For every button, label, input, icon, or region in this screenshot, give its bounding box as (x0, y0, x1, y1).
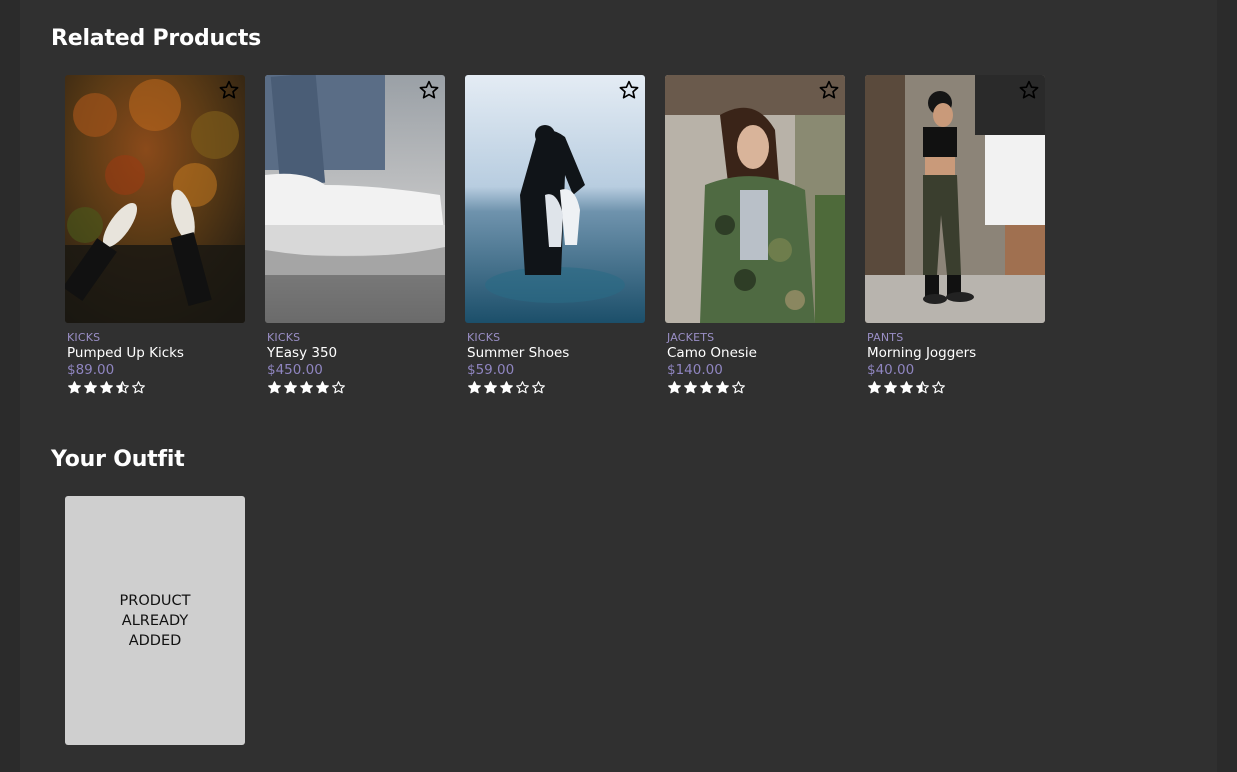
your-outfit-title: Your Outfit (51, 447, 185, 472)
star-filled-icon (868, 381, 881, 394)
star-empty-icon (932, 381, 945, 394)
product-name[interactable]: Pumped Up Kicks (65, 345, 245, 361)
product-price: $40.00 (867, 362, 915, 378)
product-category: KICKS (267, 331, 301, 344)
product-category: PANTS (867, 331, 904, 344)
star-empty-icon (132, 381, 145, 394)
star-half-icon (916, 381, 929, 394)
star-filled-icon (468, 381, 481, 394)
product-price: $59.00 (467, 362, 515, 378)
product-card[interactable]: KICKS Pumped Up Kicks $89.00 (65, 75, 245, 396)
star-filled-icon (668, 381, 681, 394)
product-card[interactable]: KICKS YEasy 350 $450.00 (265, 75, 445, 396)
product-price: $140.00 (667, 362, 723, 378)
product-category: JACKETS (667, 331, 715, 344)
star-filled-icon (500, 381, 513, 394)
star-filled-icon (268, 381, 281, 394)
star-filled-icon (300, 381, 313, 394)
star-rating (665, 380, 845, 396)
product-image[interactable] (865, 75, 1045, 323)
outfit-message: PRODUCT ALREADY ADDED (119, 592, 191, 649)
product-name[interactable]: Summer Shoes (465, 345, 645, 361)
favorite-star-icon[interactable] (418, 79, 440, 101)
product-image[interactable] (265, 75, 445, 323)
star-empty-icon (732, 381, 745, 394)
product-name[interactable]: Morning Joggers (865, 345, 1045, 361)
star-empty-icon (332, 381, 345, 394)
outfit-placeholder-card[interactable]: PRODUCT ALREADY ADDED (65, 496, 245, 745)
favorite-star-icon[interactable] (818, 79, 840, 101)
product-card[interactable]: JACKETS Camo Onesie $140.00 (665, 75, 845, 396)
product-name[interactable]: Camo Onesie (665, 345, 845, 361)
product-category: KICKS (67, 331, 101, 344)
favorite-star-icon[interactable] (618, 79, 640, 101)
star-filled-icon (100, 381, 113, 394)
star-filled-icon (84, 381, 97, 394)
star-half-icon (116, 381, 129, 394)
star-filled-icon (484, 381, 497, 394)
product-card[interactable]: KICKS Summer Shoes $59.00 (465, 75, 645, 396)
star-rating (265, 380, 445, 396)
star-filled-icon (700, 381, 713, 394)
star-empty-icon (516, 381, 529, 394)
star-rating (465, 380, 645, 396)
product-category: KICKS (467, 331, 501, 344)
favorite-star-icon[interactable] (1018, 79, 1040, 101)
star-filled-icon (684, 381, 697, 394)
product-price: $89.00 (67, 362, 115, 378)
product-image[interactable] (665, 75, 845, 323)
star-filled-icon (284, 381, 297, 394)
star-filled-icon (716, 381, 729, 394)
product-price: $450.00 (267, 362, 323, 378)
related-products-title: Related Products (51, 26, 262, 51)
star-empty-icon (532, 381, 545, 394)
star-filled-icon (900, 381, 913, 394)
product-image[interactable] (465, 75, 645, 323)
star-filled-icon (316, 381, 329, 394)
favorite-star-icon[interactable] (218, 79, 240, 101)
product-card[interactable]: PANTS Morning Joggers $40.00 (865, 75, 1045, 396)
product-image[interactable] (65, 75, 245, 323)
star-rating (865, 380, 1045, 396)
product-name[interactable]: YEasy 350 (265, 345, 445, 361)
star-filled-icon (884, 381, 897, 394)
star-rating (65, 380, 245, 396)
star-filled-icon (68, 381, 81, 394)
